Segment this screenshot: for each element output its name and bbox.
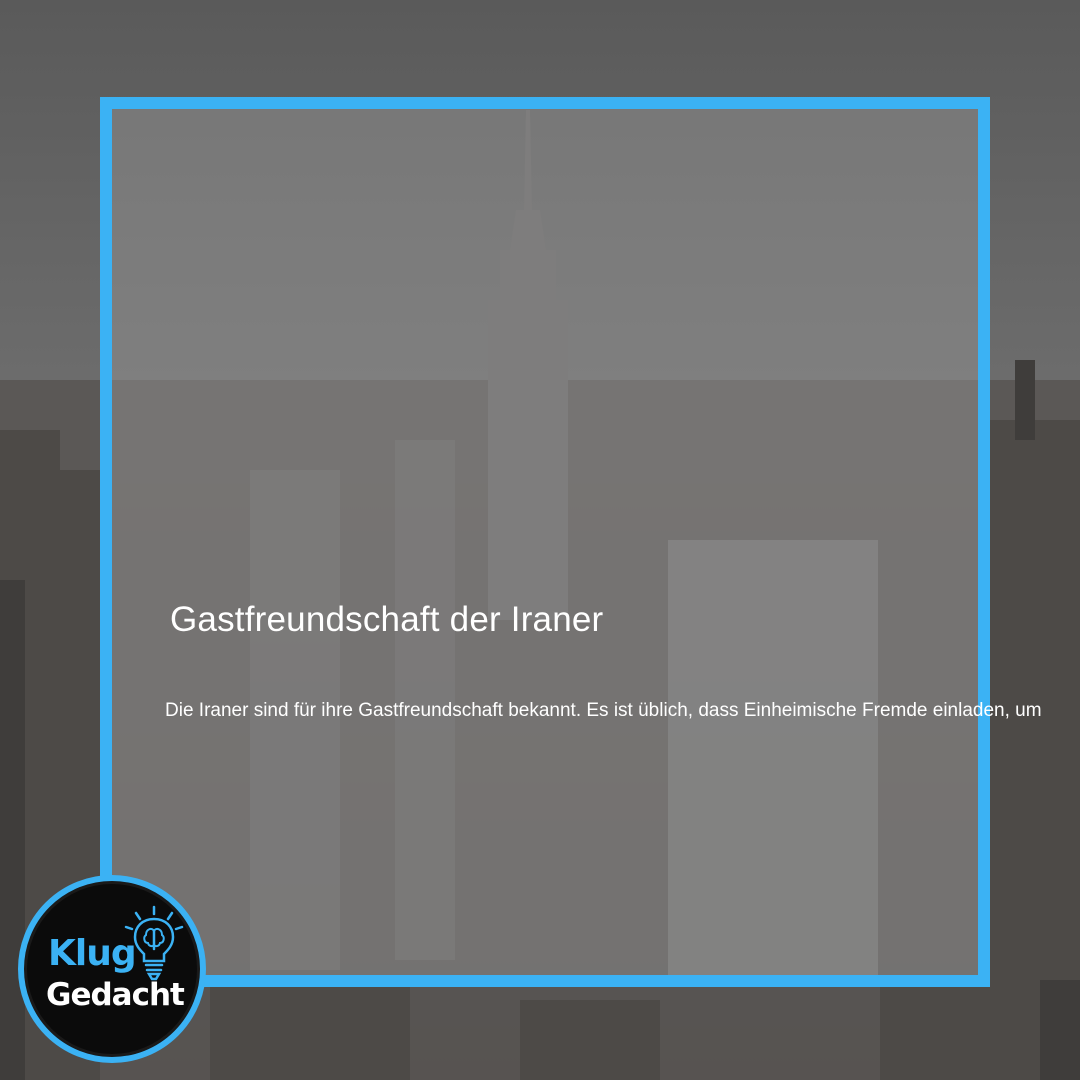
slide-title: Gastfreundschaft der Iraner — [170, 600, 604, 639]
slide: Gastfreundschaft der Iraner Die Iraner s… — [0, 0, 1080, 1080]
brand-logo: Klug Gedacht — [18, 875, 206, 1063]
logo-text-gedacht: Gedacht — [46, 977, 185, 1013]
accent-frame — [100, 97, 990, 987]
logo-text-klug: Klug — [48, 933, 137, 974]
slide-body-text: Die Iraner sind für ihre Gastfreundschaf… — [165, 700, 1042, 721]
